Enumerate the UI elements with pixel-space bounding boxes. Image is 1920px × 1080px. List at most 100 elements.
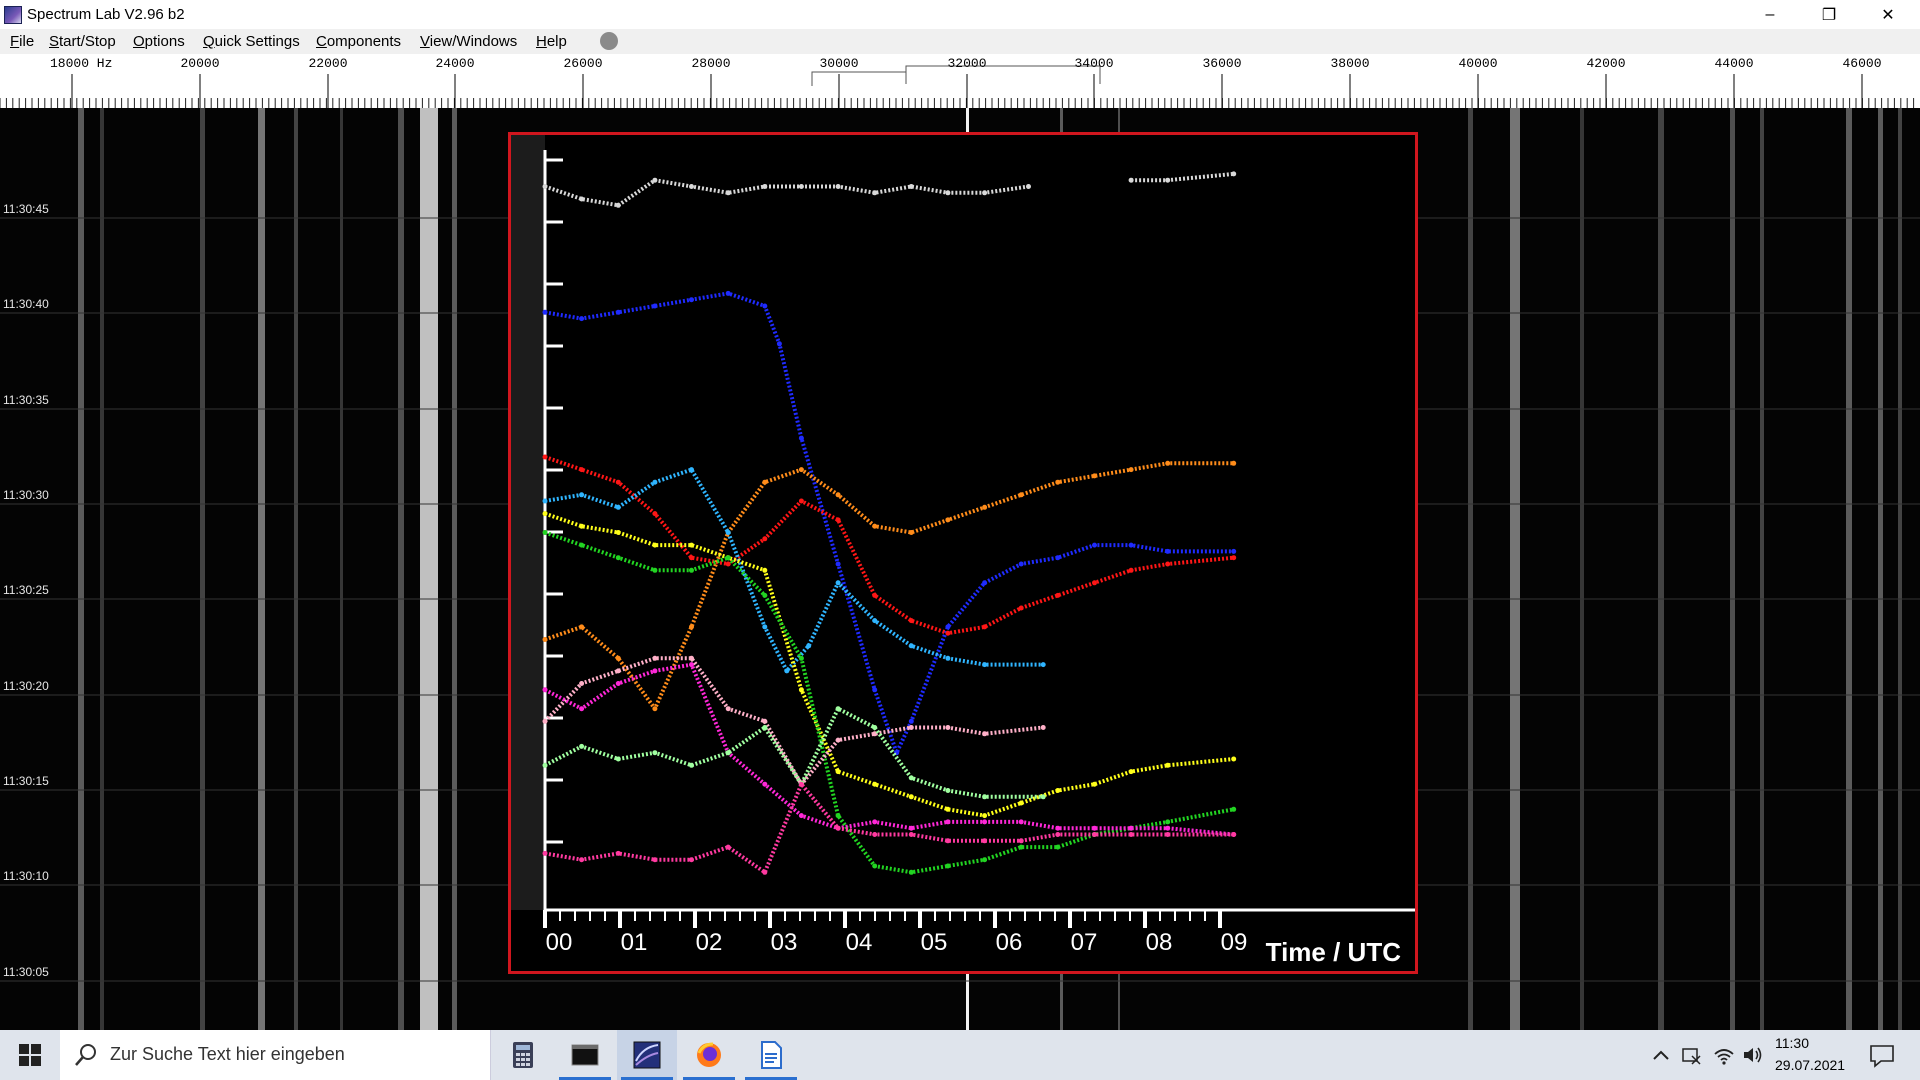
series-point-1 bbox=[542, 309, 548, 315]
menu-file[interactable]: File bbox=[10, 33, 34, 50]
taskbar-calculator[interactable] bbox=[493, 1030, 553, 1080]
series-point-10 bbox=[579, 857, 585, 863]
freq-label: 32000 bbox=[947, 56, 987, 71]
menu-options[interactable]: Options bbox=[133, 33, 185, 50]
series-point-1 bbox=[776, 341, 782, 347]
series-point-6 bbox=[542, 530, 548, 535]
series-point-7 bbox=[1040, 725, 1046, 730]
series-point-7 bbox=[982, 731, 988, 737]
series-point-1 bbox=[652, 303, 658, 309]
spectral-streak bbox=[258, 108, 265, 1030]
series-point-2 bbox=[872, 592, 878, 598]
minimize-button[interactable]: – bbox=[1741, 0, 1799, 29]
time-label: 11:30:05 bbox=[3, 965, 49, 979]
menu-components[interactable]: Components bbox=[316, 33, 401, 50]
series-point-8 bbox=[872, 819, 878, 825]
series-point-2 bbox=[1128, 567, 1134, 573]
series-point-1 bbox=[1055, 555, 1061, 561]
frequency-scale[interactable]: 18000 Hz 20000 22000 24000 26000 28000 3… bbox=[0, 54, 1920, 109]
menu-view-windows[interactable]: View/Windows bbox=[420, 33, 517, 50]
series-point-0 bbox=[1026, 184, 1031, 189]
series-point-4 bbox=[784, 668, 790, 674]
clock-date[interactable]: 29.07.2021 bbox=[1775, 1057, 1845, 1073]
network-disconnected-icon[interactable] bbox=[1680, 1044, 1702, 1066]
taskbar-terminal[interactable] bbox=[555, 1030, 615, 1080]
series-point-3 bbox=[982, 504, 988, 510]
series-point-2 bbox=[945, 630, 951, 636]
document-icon bbox=[761, 1041, 782, 1069]
freq-label: 36000 bbox=[1202, 56, 1242, 71]
time-label: 11:30:10 bbox=[3, 869, 49, 883]
series-point-3 bbox=[579, 624, 585, 630]
series-point-10 bbox=[725, 844, 731, 850]
freq-label: 42000 bbox=[1586, 56, 1626, 71]
series-point-5 bbox=[1231, 756, 1237, 762]
series-point-9 bbox=[725, 750, 731, 756]
search-icon bbox=[75, 1044, 96, 1066]
series-point-10 bbox=[542, 850, 548, 856]
series-point-8 bbox=[982, 819, 988, 825]
series-point-4 bbox=[652, 479, 658, 485]
wifi-icon[interactable] bbox=[1713, 1044, 1735, 1066]
series-point-6 bbox=[762, 592, 768, 598]
series-point-3 bbox=[1055, 479, 1061, 485]
start-button[interactable] bbox=[0, 1030, 60, 1080]
series-point-8 bbox=[1128, 825, 1134, 831]
series-point-6 bbox=[615, 555, 621, 561]
volume-icon[interactable] bbox=[1742, 1044, 1764, 1066]
series-point-9 bbox=[615, 756, 621, 762]
taskbar-document-app[interactable] bbox=[741, 1030, 801, 1080]
close-button[interactable]: ✕ bbox=[1859, 0, 1917, 29]
series-point-6 bbox=[982, 857, 988, 863]
series-point-0 bbox=[982, 190, 988, 196]
spectrum-lab-icon bbox=[633, 1041, 661, 1069]
chevron-up-icon[interactable] bbox=[1650, 1044, 1672, 1066]
series-point-5 bbox=[835, 769, 841, 775]
x-tick-label: 05 bbox=[921, 929, 948, 956]
spectral-streak bbox=[1510, 108, 1520, 1030]
terminal-icon bbox=[571, 1044, 599, 1066]
time-label: 11:30:40 bbox=[3, 297, 49, 311]
menu-help[interactable]: Help bbox=[536, 33, 567, 50]
spectral-streak bbox=[1846, 108, 1852, 1030]
series-point-6 bbox=[1165, 819, 1171, 825]
restore-button[interactable]: ❐ bbox=[1800, 0, 1858, 29]
series-point-1 bbox=[579, 316, 585, 322]
taskbar-spectrum-lab[interactable] bbox=[617, 1030, 677, 1080]
series-point-10 bbox=[1092, 832, 1097, 837]
series-point-6 bbox=[1231, 806, 1237, 812]
notification-icon[interactable] bbox=[1869, 1043, 1895, 1069]
spectrum-lab-app-icon bbox=[4, 6, 22, 24]
series-point-9 bbox=[908, 775, 914, 781]
menu-quick-settings[interactable]: Quick Settings bbox=[203, 33, 300, 50]
series-point-0 bbox=[835, 184, 841, 189]
series-point-10 bbox=[798, 781, 804, 787]
series-point-1 bbox=[908, 718, 914, 724]
series-point-9 bbox=[579, 743, 585, 749]
series-point-0 bbox=[798, 184, 804, 189]
series-point-10 bbox=[689, 857, 694, 863]
series-point-8 bbox=[798, 813, 804, 819]
series-point-6 bbox=[945, 863, 951, 869]
series-point-1 bbox=[1018, 561, 1024, 567]
series-point-10 bbox=[908, 832, 914, 837]
series-point-5 bbox=[872, 781, 878, 787]
x-tick-label: 02 bbox=[696, 929, 723, 956]
series-layer bbox=[542, 171, 1237, 875]
series-point-5 bbox=[945, 806, 951, 812]
series-point-3 bbox=[1128, 467, 1134, 473]
series-point-10 bbox=[1165, 832, 1171, 837]
menu-start-stop[interactable]: Start/Stop bbox=[49, 33, 116, 50]
series-point-4 bbox=[615, 504, 621, 510]
taskbar-firefox[interactable] bbox=[679, 1030, 739, 1080]
series-point-8 bbox=[579, 706, 585, 712]
clock-time[interactable]: 11:30 bbox=[1775, 1035, 1809, 1051]
series-point-8 bbox=[945, 819, 951, 825]
series-point-6 bbox=[1018, 844, 1024, 850]
series-line-8 bbox=[544, 662, 1234, 837]
series-point-8 bbox=[1165, 825, 1171, 831]
series-point-6 bbox=[725, 555, 731, 561]
series-point-3 bbox=[798, 467, 804, 473]
series-point-2 bbox=[689, 555, 694, 561]
taskbar-search-box[interactable]: Zur Suche Text hier eingeben bbox=[60, 1030, 491, 1080]
